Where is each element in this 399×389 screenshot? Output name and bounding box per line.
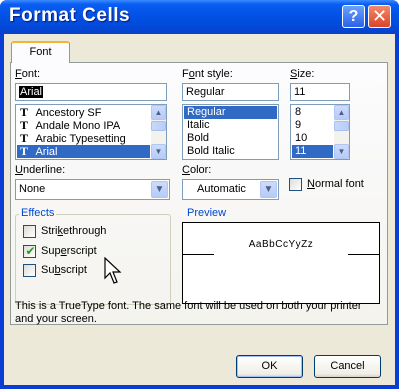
- size-scrollbar[interactable]: ▲ ▼: [334, 105, 349, 159]
- list-item[interactable]: Italic: [184, 119, 277, 132]
- mouse-pointer-icon: [104, 257, 122, 284]
- color-select[interactable]: Automatic ▼: [182, 179, 279, 200]
- strikethrough-checkbox[interactable]: [23, 225, 36, 238]
- color-label: Color:: [182, 164, 212, 176]
- list-item-selected[interactable]: 11: [292, 145, 333, 158]
- window-title: Format Cells: [9, 5, 131, 26]
- preview-title: Preview: [185, 207, 229, 219]
- font-input[interactable]: Arial: [15, 83, 167, 101]
- preview-baseline-left: [183, 254, 214, 255]
- superscript-checkbox[interactable]: ✔: [23, 244, 36, 258]
- chevron-down-icon[interactable]: ▼: [260, 181, 277, 198]
- close-icon: ✕: [371, 6, 388, 26]
- cancel-button[interactable]: Cancel: [314, 355, 381, 378]
- preview-box: AaBbCcYyZz: [182, 222, 380, 304]
- effects-title: Effects: [19, 207, 57, 219]
- truetype-icon: T: [20, 144, 29, 158]
- size-label: Size:: [290, 68, 315, 80]
- list-item[interactable]: 8: [292, 106, 333, 119]
- font-style-input[interactable]: Regular: [182, 83, 279, 101]
- help-button[interactable]: ?: [342, 5, 365, 28]
- scroll-up-icon[interactable]: ▲: [151, 105, 166, 120]
- preview-baseline-right: [348, 254, 379, 255]
- truetype-info-line1: This is a TrueType font. The same font w…: [15, 300, 362, 312]
- normal-font-label[interactable]: Normal font: [307, 178, 364, 190]
- list-item[interactable]: Bold: [184, 132, 277, 145]
- subscript-label[interactable]: Subscript: [41, 264, 87, 276]
- underline-value: None: [19, 183, 46, 195]
- dialog-client: Font Font: Arial T Ancestory SF T Andale…: [4, 34, 395, 385]
- tab-font-label: Font: [29, 46, 52, 58]
- list-item-selected[interactable]: Regular: [184, 106, 277, 119]
- strikethrough-label[interactable]: Strikethrough: [41, 225, 106, 237]
- font-input-value: Arial: [19, 86, 44, 98]
- format-cells-window: Format Cells ? ✕ Font Font: Arial T Ance…: [0, 0, 399, 389]
- font-tab-panel: Font: Arial T Ancestory SF T Andale Mono…: [10, 62, 388, 325]
- font-style-listbox[interactable]: Regular Italic Bold Bold Italic: [182, 104, 279, 160]
- list-item[interactable]: T Arabic Typesetting: [17, 132, 150, 146]
- list-item[interactable]: Bold Italic: [184, 145, 277, 158]
- scroll-down-icon[interactable]: ▼: [151, 144, 166, 159]
- subscript-checkbox[interactable]: [23, 264, 36, 277]
- ok-button[interactable]: OK: [236, 355, 303, 378]
- list-item[interactable]: T Andale Mono IPA: [17, 119, 150, 133]
- scroll-down-icon[interactable]: ▼: [334, 144, 349, 159]
- close-button[interactable]: ✕: [368, 5, 391, 28]
- list-item[interactable]: 9: [292, 119, 333, 132]
- scroll-thumb[interactable]: [334, 121, 349, 131]
- size-input[interactable]: 11: [290, 83, 350, 101]
- preview-sample: AaBbCcYyZz: [248, 239, 314, 250]
- font-style-label: Font style:: [182, 68, 233, 80]
- normal-font-checkbox[interactable]: [289, 178, 302, 191]
- tab-font[interactable]: Font: [11, 41, 70, 63]
- help-icon: ?: [348, 8, 359, 25]
- size-listbox[interactable]: 8 9 10 11 ▲ ▼: [290, 104, 350, 160]
- truetype-info-line2: and your screen.: [15, 313, 97, 325]
- list-item-selected[interactable]: T Arial: [17, 145, 150, 158]
- scroll-thumb[interactable]: [151, 121, 166, 131]
- list-item[interactable]: T Ancestory SF: [17, 106, 150, 120]
- underline-label: Underline:: [15, 164, 66, 176]
- underline-select[interactable]: None ▼: [15, 179, 170, 200]
- chevron-down-icon[interactable]: ▼: [151, 181, 168, 198]
- title-bar[interactable]: Format Cells ? ✕: [0, 0, 399, 34]
- font-listbox[interactable]: T Ancestory SF T Andale Mono IPA T Arabi…: [15, 104, 167, 160]
- scroll-up-icon[interactable]: ▲: [334, 105, 349, 120]
- font-label: Font:: [15, 68, 41, 80]
- check-icon: ✔: [25, 244, 36, 258]
- superscript-label[interactable]: Superscript: [41, 245, 97, 257]
- color-value: Automatic: [197, 183, 246, 195]
- font-scrollbar[interactable]: ▲ ▼: [151, 105, 166, 159]
- list-item[interactable]: 10: [292, 132, 333, 145]
